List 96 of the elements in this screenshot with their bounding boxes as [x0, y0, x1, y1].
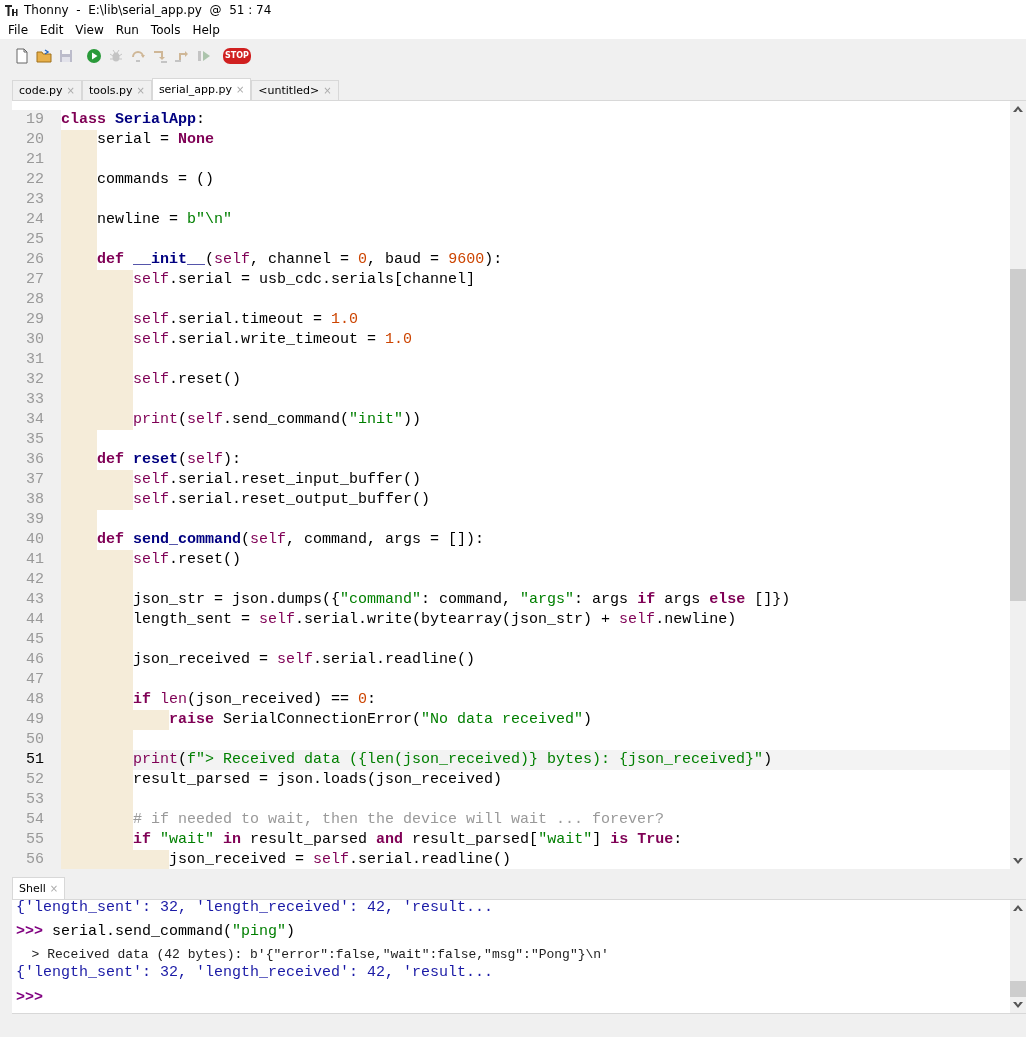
code-text: if "wait" in result_parsed and result_parsed["wait"] is True:: [133, 830, 683, 850]
line-number: 25: [12, 230, 61, 250]
line-number: 32: [12, 370, 61, 390]
line-number: 28: [12, 290, 61, 310]
line-number: 56: [12, 850, 61, 869]
code-text: self.serial.timeout = 1.0: [133, 310, 359, 330]
menu-item[interactable]: Run: [109, 22, 145, 37]
code-text: result_parsed = json.loads(json_received): [133, 770, 503, 790]
scrollbar[interactable]: [1010, 900, 1026, 1013]
line-number: 27: [12, 270, 61, 290]
shell-prompt: >>>: [16, 988, 43, 1008]
code-text: json_str = json.dumps({"command": command, "args": args if args else []}): [133, 590, 791, 610]
folder-icon[interactable]: [35, 47, 53, 65]
code-text: serial = None: [97, 130, 215, 150]
scrollbar[interactable]: [1010, 101, 1026, 869]
code-editor[interactable]: [12, 100, 1026, 869]
code-text: print(f"> Received data ({len(json_received)} bytes): {json_received}"): [133, 750, 773, 770]
line-number: 19: [12, 110, 61, 130]
shell-panel[interactable]: [12, 899, 1026, 1014]
shell-output: {'length_sent': 32, 'length_received': 42, 'result...: [15, 964, 494, 982]
line-number: 33: [12, 390, 61, 410]
line-number: 50: [12, 730, 61, 750]
line-number: 52: [12, 770, 61, 790]
line-number: 54: [12, 810, 61, 830]
line-number: 39: [12, 510, 61, 530]
line-number: 45: [12, 630, 61, 650]
line-number: 37: [12, 470, 61, 490]
line-number: 35: [12, 430, 61, 450]
menu-item[interactable]: Tools: [144, 22, 187, 37]
line-number: 43: [12, 590, 61, 610]
line-number: 24: [12, 210, 61, 230]
line-number: 40: [12, 530, 61, 550]
line-number: 20: [12, 130, 61, 150]
line-number: 41: [12, 550, 61, 570]
code-text: newline = b"\n": [97, 210, 233, 230]
line-number: 26: [12, 250, 61, 270]
menu-item[interactable]: View: [69, 22, 110, 37]
scroll-up-icon[interactable]: [1013, 905, 1023, 911]
run-icon[interactable]: [85, 47, 103, 65]
code-text: self.serial.reset_input_buffer(): [133, 470, 422, 490]
shell-command: serial.send_command("ping"): [52, 922, 296, 942]
app-logo-icon: [4, 3, 18, 17]
code-text: length_sent = self.serial.write(bytearray(json_str) + self.newline): [133, 610, 737, 630]
code-text: commands = (): [97, 170, 215, 190]
scrollbar-thumb[interactable]: [1010, 981, 1026, 997]
code-text: if len(json_received) == 0:: [133, 690, 377, 710]
file-tab[interactable]: Shell ×: [12, 877, 66, 899]
code-text: self.serial.reset_output_buffer(): [133, 490, 431, 510]
file-tab[interactable]: serial_app.py ×: [151, 78, 252, 100]
line-number: 36: [12, 450, 61, 470]
line-number: 21: [12, 150, 61, 170]
menu-item[interactable]: Help: [186, 22, 226, 37]
file-icon[interactable]: [13, 47, 31, 65]
code-text: def reset(self):: [97, 450, 242, 470]
shell-prompt: >>>: [16, 922, 43, 942]
line-number: 30: [12, 330, 61, 350]
line-number: 47: [12, 670, 61, 690]
file-tab[interactable]: tools.py ×: [81, 80, 152, 100]
line-number: 46: [12, 650, 61, 670]
code-text: class SerialApp:: [61, 110, 206, 130]
code-text: json_received = self.serial.readline(): [169, 850, 512, 869]
scroll-down-icon[interactable]: [1013, 1002, 1023, 1008]
stop-button[interactable]: STOP: [223, 48, 251, 64]
line-number: 49: [12, 710, 61, 730]
code-text: self.reset(): [133, 550, 242, 570]
line-number: 53: [12, 790, 61, 810]
line-number: 48: [12, 690, 61, 710]
code-text: # if needed to wait, then the device will wait ... forever?: [133, 810, 665, 830]
shell-output: {'length_sent': 32, 'length_received': 42, 'result...: [15, 900, 494, 916]
file-tab[interactable]: code.py ×: [12, 80, 82, 100]
line-number: 31: [12, 350, 61, 370]
line-number: 22: [12, 170, 61, 190]
scroll-up-icon[interactable]: [1013, 106, 1023, 112]
line-number: 42: [12, 570, 61, 590]
line-number: 23: [12, 190, 61, 210]
line-number: 29: [12, 310, 61, 330]
line-number: 34: [12, 410, 61, 430]
file-tab[interactable]: <untitled> ×: [251, 80, 339, 100]
code-text: print(self.send_command("init")): [133, 410, 422, 430]
scrollbar-thumb[interactable]: [1010, 269, 1026, 601]
line-number: 38: [12, 490, 61, 510]
window-title: Thonny - E:\lib\serial_app.py @ 51 : 74: [24, 3, 272, 17]
code-text: self.serial = usb_cdc.serials[channel]: [133, 270, 476, 290]
scroll-down-icon[interactable]: [1013, 858, 1023, 864]
shell-output: > Received data (42 bytes): b'{"error":false,"wait":false,"msg":"Pong"}\n': [30, 946, 609, 964]
menu-item[interactable]: Edit: [34, 22, 70, 37]
code-text: def send_command(self, command, args = []):: [97, 530, 485, 550]
code-text: raise SerialConnectionError("No data received"): [169, 710, 593, 730]
code-text: json_received = self.serial.readline(): [133, 650, 476, 670]
code-text: def __init__(self, channel = 0, baud = 9600):: [97, 250, 503, 270]
line-number: 44: [12, 610, 61, 630]
code-text: self.serial.write_timeout = 1.0: [133, 330, 413, 350]
indent-guide: [61, 130, 97, 150]
code-text: self.reset(): [133, 370, 242, 390]
menu-item[interactable]: File: [2, 22, 35, 37]
line-number: 55: [12, 830, 61, 850]
